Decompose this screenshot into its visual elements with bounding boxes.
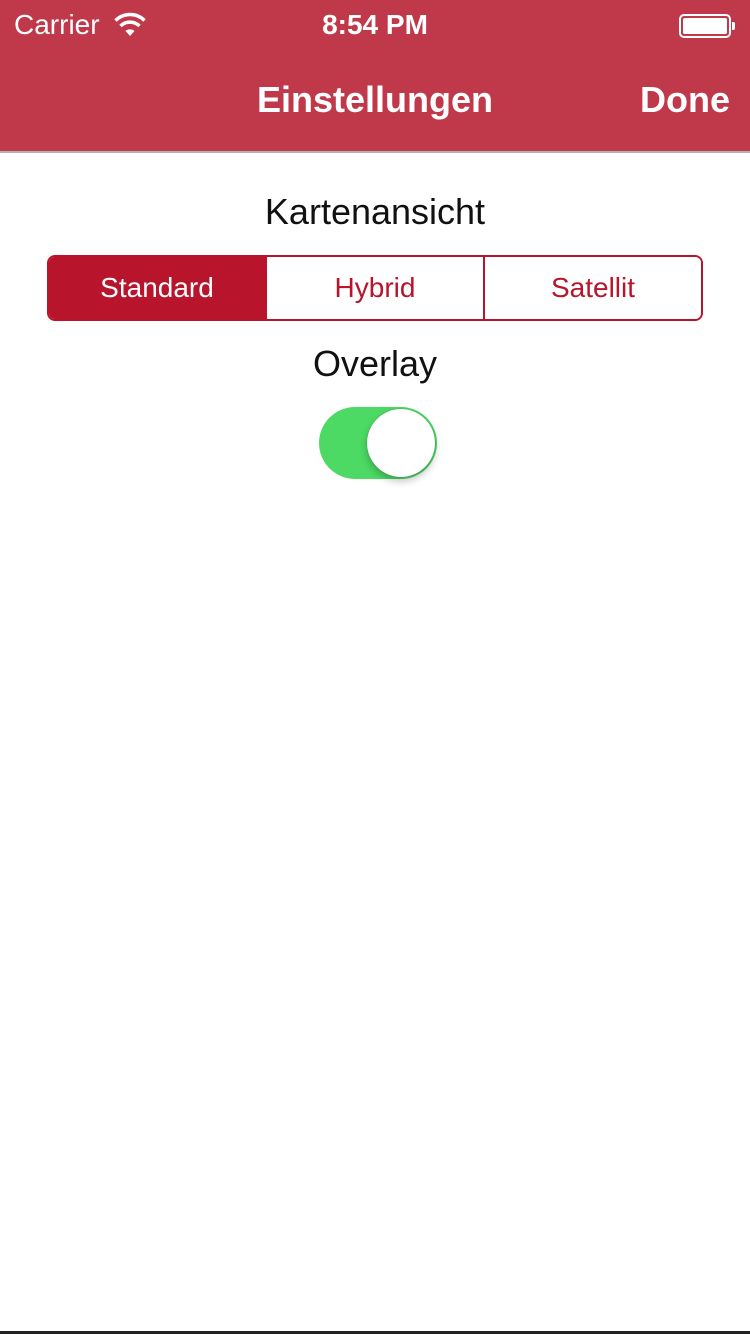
segment-standard[interactable]: Standard (49, 257, 265, 319)
overlay-toggle[interactable] (319, 407, 437, 479)
done-button[interactable]: Done (640, 76, 730, 124)
page-title: Einstellungen (256, 79, 494, 120)
overlay-title: Overlay (312, 343, 438, 384)
status-time: 8:54 PM (322, 9, 428, 40)
battery-fill (683, 18, 727, 34)
header: Carrier 8:54 PM Einstellungen Done (0, 0, 750, 153)
map-view-title: Kartenansicht (264, 191, 486, 232)
toggle-knob (367, 409, 435, 477)
status-bar: Carrier 8:54 PM (0, 0, 750, 50)
segment-satellit[interactable]: Satellit (483, 257, 701, 319)
settings-screen: Carrier 8:54 PM Einstellungen Done Karte… (0, 0, 750, 1334)
segment-hybrid[interactable]: Hybrid (265, 257, 483, 319)
battery-icon (679, 14, 735, 38)
map-type-segmented-control: Standard Hybrid Satellit (47, 255, 703, 321)
